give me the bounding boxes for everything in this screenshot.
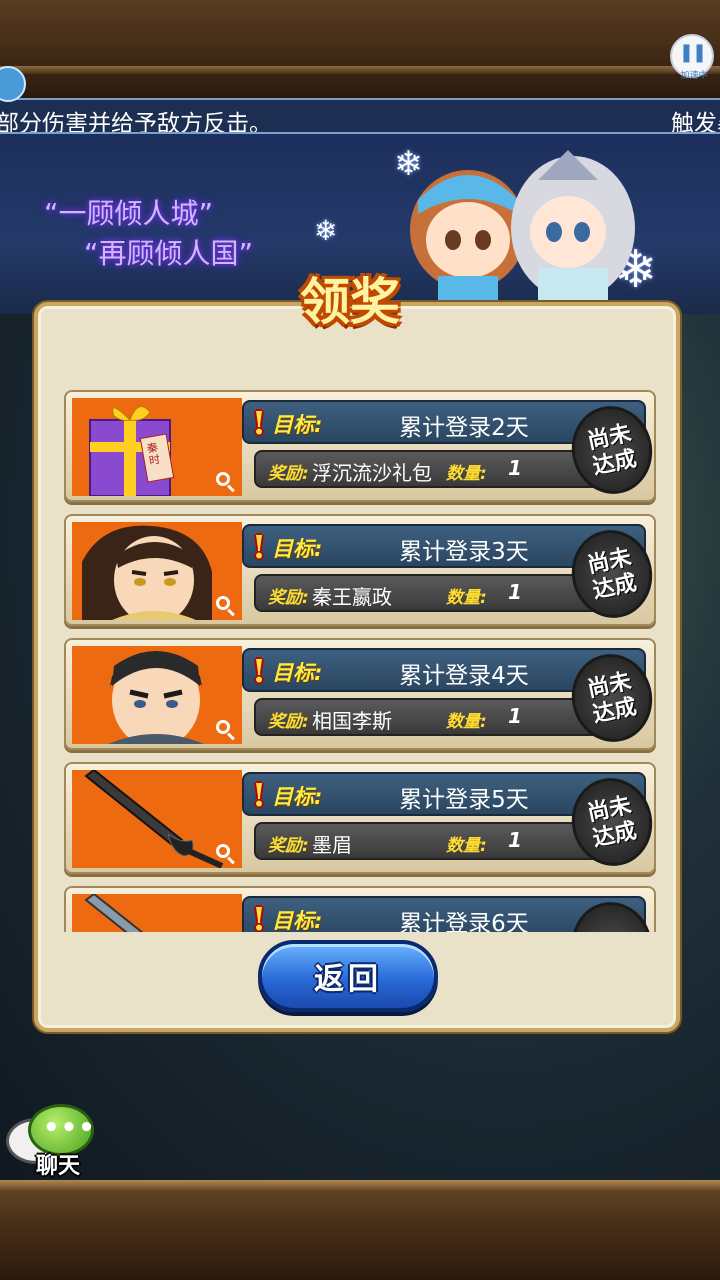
quantity-value: 1 [508,580,522,604]
reward-thumbnail[interactable] [72,894,242,932]
alert-icon: ! [252,900,267,932]
back-button-label: 返回 [314,962,382,997]
snowflake-icon: ❄ [314,214,338,247]
magnifier-icon[interactable] [216,472,230,486]
banner-slogan-1: “一顾倾人城” [44,197,214,230]
alert-icon: ! [252,404,267,442]
quantity-label: 数量: [446,836,487,856]
reward-text: 秦王嬴政 [312,585,392,609]
status-top: 尚未 [588,929,636,932]
goal-text: 累计登录5天 [399,787,529,813]
quantity-value: 1 [508,828,522,852]
magnifier-icon[interactable] [216,596,230,610]
quantity-label: 数量: [446,712,487,732]
quantity-label: 数量: [446,464,487,484]
magnifier-icon[interactable] [216,720,230,734]
reward-row[interactable]: ! 目标: 累计登录6天 尚未 [64,886,660,932]
reward-thumbnail[interactable] [72,522,242,620]
reward-thumbnail[interactable] [72,646,242,744]
sword-icon [84,894,144,932]
reward-text: 墨眉 [312,833,352,857]
goal-text: 累计登录2天 [399,415,529,441]
reward-list[interactable]: 秦时 ! 目标: 累计登录2天 奖励: 浮沉流沙礼包 数量: 1 尚未 达成 !… [60,378,660,932]
banner-slogan-2: “再顾倾人国” [84,237,254,270]
reward-label: 奖励: [268,464,309,484]
goal-text: 累计登录6天 [399,911,529,932]
pause-icon: ❚❚ [678,41,707,63]
bottom-wood-frame [0,1180,720,1280]
quantity-value: 1 [508,704,522,728]
goal-text: 累计登录4天 [399,663,529,689]
goal-label: 目标: [272,785,323,809]
reward-label: 奖励: [268,836,309,856]
chat-label: 聊天 [36,1154,81,1179]
top-wood-frame [0,0,720,100]
reward-label: 奖励: [268,588,309,608]
reward-text: 相国李斯 [312,709,392,733]
reward-row[interactable]: 秦时 ! 目标: 累计登录2天 奖励: 浮沉流沙礼包 数量: 1 尚未 达成 [64,390,660,502]
alert-icon: ! [252,528,267,566]
alert-icon: ! [252,652,267,690]
reward-text: 浮沉流沙礼包 [312,461,432,485]
quantity-label: 数量: [446,588,487,608]
marquee-text: 部分伤害并给予敌方反击。 [0,111,272,134]
reward-thumbnail[interactable]: 秦时 [72,398,242,496]
quantity-value: 1 [508,456,522,480]
chat-button[interactable]: ••• 聊天 [6,1100,98,1180]
reward-row[interactable]: ! 目标: 累计登录5天 奖励: 墨眉 数量: 1 尚未 达成 [64,762,660,874]
goal-label: 目标: [272,537,323,561]
goal-label: 目标: [272,413,323,437]
alert-icon: ! [252,776,267,814]
character-girls-illustration [410,150,635,300]
marquee-text-next: 触发暴 [671,111,720,134]
reward-thumbnail[interactable] [72,770,242,868]
news-marquee: 部分伤害并给予敌方反击。 触发暴 [0,98,720,134]
speed-status-label: 加速中 [680,71,708,81]
reward-label: 奖励: [268,712,309,732]
goal-label: 目标: [272,661,323,685]
goal-text: 累计登录3天 [399,539,529,565]
magnifier-icon[interactable] [216,844,230,858]
reward-row[interactable]: ! 目标: 累计登录4天 奖励: 相国李斯 数量: 1 尚未 达成 [64,638,660,750]
panel-title: 领奖 [300,272,400,331]
goal-label: 目标: [272,909,323,932]
back-button[interactable]: 返回 [258,940,438,1012]
gift-tag: 秦时 [145,441,162,468]
reward-row[interactable]: ! 目标: 累计登录3天 奖励: 秦王嬴政 数量: 1 尚未 达成 [64,514,660,626]
